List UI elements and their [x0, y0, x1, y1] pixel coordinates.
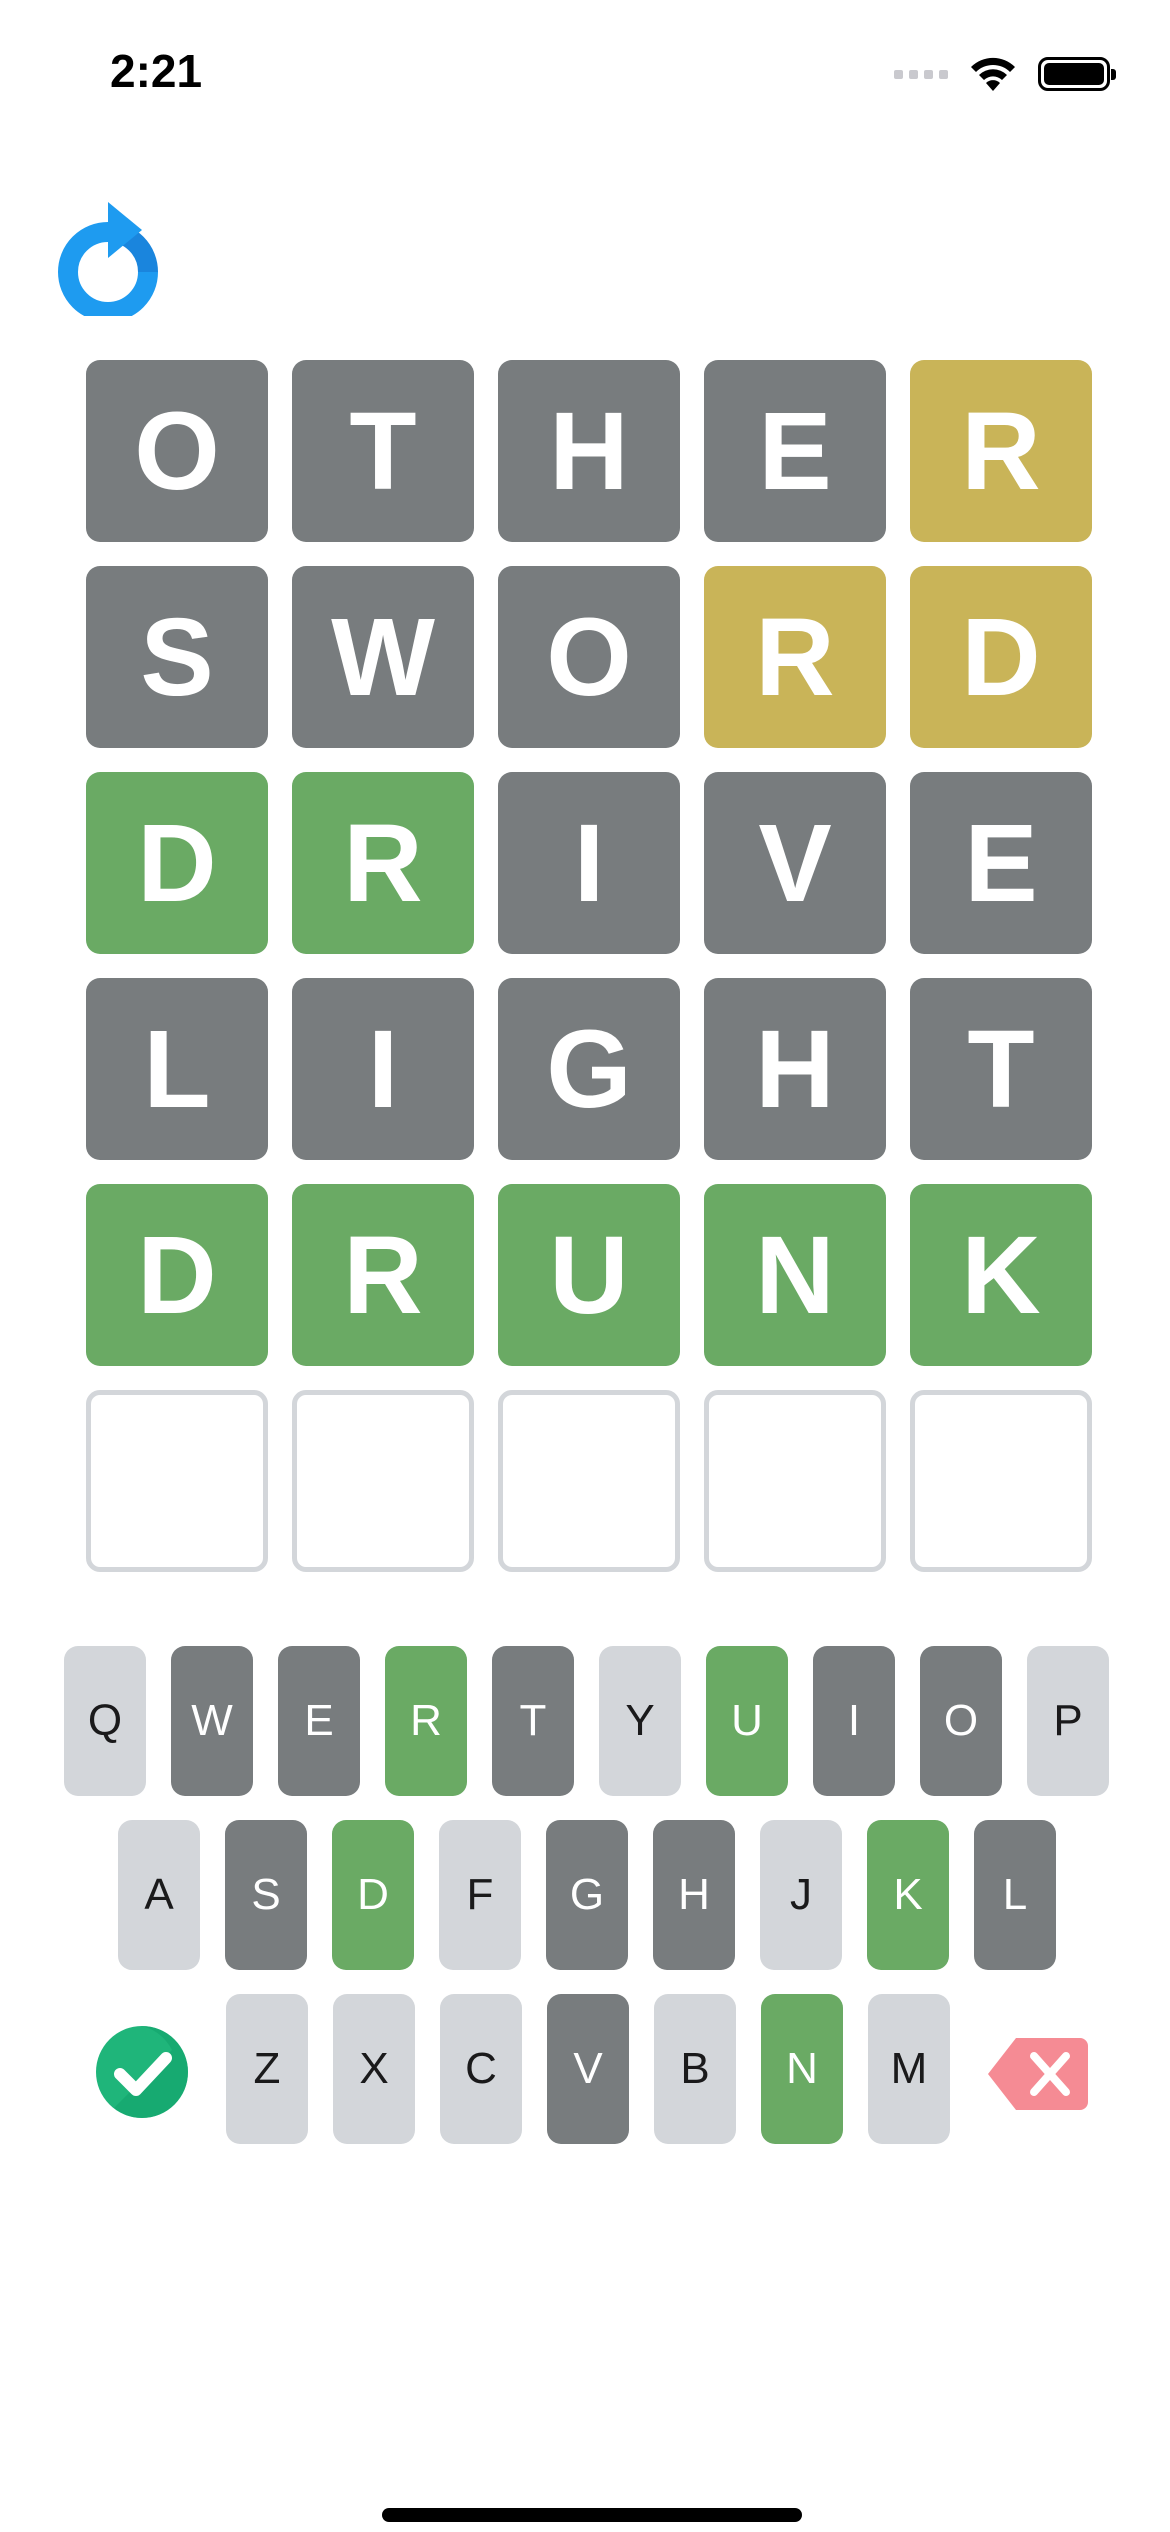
key-r[interactable]: R	[385, 1646, 467, 1796]
letter-tile: S	[86, 566, 268, 748]
key-a[interactable]: A	[118, 1820, 200, 1970]
key-t[interactable]: T	[492, 1646, 574, 1796]
key-z[interactable]: Z	[226, 1994, 308, 2144]
key-b[interactable]: B	[654, 1994, 736, 2144]
backspace-icon	[988, 2038, 1088, 2110]
key-h[interactable]: H	[653, 1820, 735, 1970]
letter-tile: G	[498, 978, 680, 1160]
status-indicators	[894, 50, 1116, 98]
status-time: 2:21	[110, 45, 203, 97]
key-f[interactable]: F	[439, 1820, 521, 1970]
key-j[interactable]: J	[760, 1820, 842, 1970]
home-indicator	[382, 2508, 802, 2522]
key-w[interactable]: W	[171, 1646, 253, 1796]
letter-tile: E	[704, 360, 886, 542]
empty-tile	[292, 1390, 474, 1572]
delete-button[interactable]	[986, 2034, 1090, 2114]
empty-tile	[86, 1390, 268, 1572]
guess-grid: OTHERSWORDDRIVELIGHTDRUNK	[86, 360, 1092, 1572]
key-g[interactable]: G	[546, 1820, 628, 1970]
key-e[interactable]: E	[278, 1646, 360, 1796]
key-v[interactable]: V	[547, 1994, 629, 2144]
key-n[interactable]: N	[761, 1994, 843, 2144]
key-c[interactable]: C	[440, 1994, 522, 2144]
cellular-signal-icon	[894, 69, 948, 79]
checkmark-circle-icon	[96, 2026, 188, 2118]
key-y[interactable]: Y	[599, 1646, 681, 1796]
keyboard-row-3: ZXCVBNM	[226, 1994, 950, 2144]
empty-tile	[498, 1390, 680, 1572]
enter-button[interactable]	[94, 2024, 190, 2120]
key-d[interactable]: D	[332, 1820, 414, 1970]
wifi-icon	[968, 55, 1018, 93]
letter-tile: U	[498, 1184, 680, 1366]
letter-tile: I	[498, 772, 680, 954]
battery-icon	[1038, 57, 1116, 91]
key-o[interactable]: O	[920, 1646, 1002, 1796]
letter-tile: D	[86, 1184, 268, 1366]
key-m[interactable]: M	[868, 1994, 950, 2144]
letter-tile: R	[292, 772, 474, 954]
letter-tile: H	[498, 360, 680, 542]
letter-tile: K	[910, 1184, 1092, 1366]
key-p[interactable]: P	[1027, 1646, 1109, 1796]
letter-tile: O	[498, 566, 680, 748]
letter-tile: D	[910, 566, 1092, 748]
key-x[interactable]: X	[333, 1994, 415, 2144]
letter-tile: R	[704, 566, 886, 748]
letter-tile: H	[704, 978, 886, 1160]
letter-tile: I	[292, 978, 474, 1160]
letter-tile: T	[910, 978, 1092, 1160]
keyboard-row-1: QWERTYUIOP	[64, 1646, 1109, 1796]
letter-tile: L	[86, 978, 268, 1160]
empty-tile	[704, 1390, 886, 1572]
letter-tile: W	[292, 566, 474, 748]
key-q[interactable]: Q	[64, 1646, 146, 1796]
letter-tile: R	[292, 1184, 474, 1366]
letter-tile: V	[704, 772, 886, 954]
key-k[interactable]: K	[867, 1820, 949, 1970]
letter-tile: N	[704, 1184, 886, 1366]
keyboard-row-2: ASDFGHJKL	[118, 1820, 1056, 1970]
key-u[interactable]: U	[706, 1646, 788, 1796]
key-s[interactable]: S	[225, 1820, 307, 1970]
reset-button[interactable]	[52, 198, 164, 322]
letter-tile: O	[86, 360, 268, 542]
letter-tile: R	[910, 360, 1092, 542]
letter-tile: T	[292, 360, 474, 542]
empty-tile	[910, 1390, 1092, 1572]
letter-tile: E	[910, 772, 1092, 954]
letter-tile: D	[86, 772, 268, 954]
key-i[interactable]: I	[813, 1646, 895, 1796]
key-l[interactable]: L	[974, 1820, 1056, 1970]
refresh-icon	[58, 202, 158, 322]
